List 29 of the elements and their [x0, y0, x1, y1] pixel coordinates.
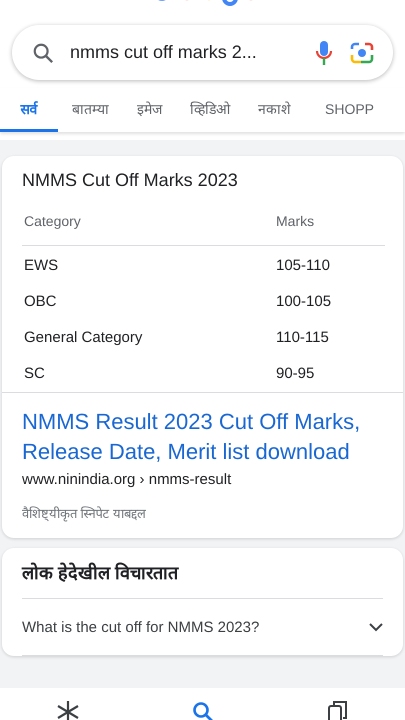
tab[interactable]: व्हिडिओ — [176, 88, 244, 132]
tab[interactable]: SHOPP — [305, 88, 374, 132]
question-item[interactable]: What is the cut off for NMMS 2023? — [22, 599, 383, 656]
tabs-icon[interactable] — [327, 700, 350, 720]
about-link[interactable]: वैशिष्ट्यीकृत स्निपेट याबद्दल — [2, 488, 403, 538]
table-cell-text: 110-115 — [275, 328, 330, 348]
column-header: Category — [22, 213, 274, 246]
tab[interactable]: इमेज — [123, 88, 176, 132]
table-cell-text: 90-95 — [275, 364, 316, 384]
result-url: www.ninindia.org › nmms-result — [21, 470, 232, 488]
section-title: लोक हेदेखील विचारतात — [22, 560, 383, 599]
camera-icon[interactable] — [349, 40, 375, 64]
tab[interactable]: सर्व — [0, 88, 58, 132]
table-cell-text: 100-105 — [275, 292, 332, 312]
column-header: Marks — [274, 213, 385, 246]
microphone-icon[interactable] — [315, 40, 333, 66]
tab[interactable]: बातम्या — [58, 88, 123, 132]
search-field[interactable]: nmms cut off marks 2... — [12, 25, 393, 80]
table-cell-text: OBC — [23, 292, 58, 312]
snippet-title: NMMS Cut Off Marks 2023 — [21, 170, 239, 191]
search-icon — [32, 42, 54, 64]
table-cell-text: SC — [23, 364, 46, 384]
asterisk-icon[interactable] — [56, 700, 80, 720]
search-icon[interactable] — [191, 700, 216, 720]
table-cell: 105-110 — [274, 246, 385, 282]
tab[interactable]: नकाशे — [244, 88, 305, 132]
table-cell-text: General Category — [23, 328, 144, 348]
result-link[interactable]: NMMS Result 2023 Cut Off Marks, Release Date, Merit list download — [2, 393, 403, 467]
table-cell: EWS — [22, 246, 274, 282]
